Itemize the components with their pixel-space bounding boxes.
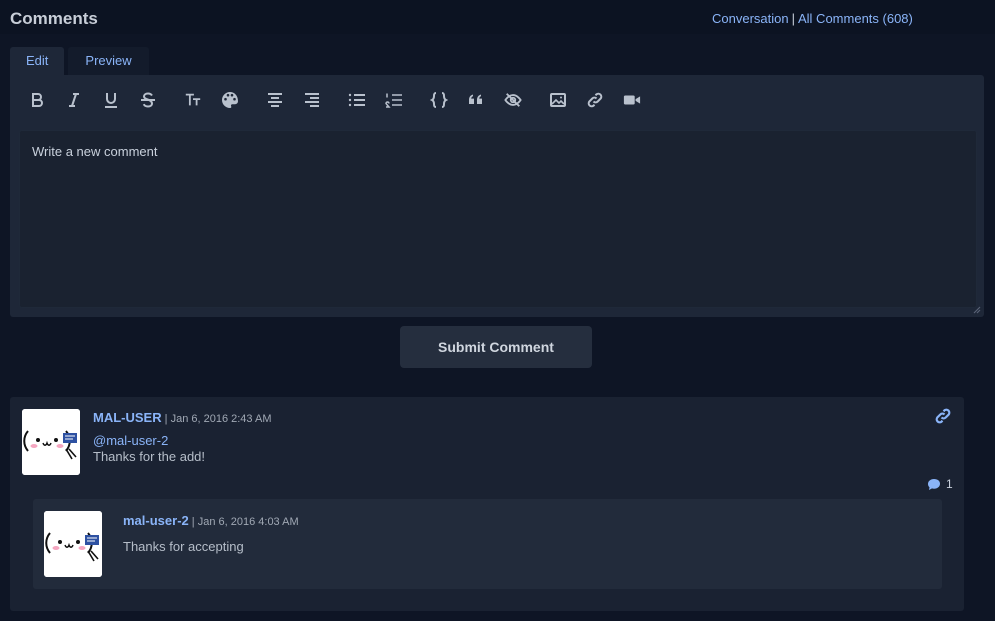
speech-bubble-icon <box>928 478 940 490</box>
comment-username[interactable]: MAL-USER <box>93 410 162 425</box>
underline-icon[interactable] <box>100 89 122 111</box>
reply-timestamp: | Jan 6, 2016 4:03 AM <box>188 516 299 528</box>
bullet-list-icon[interactable] <box>346 89 368 111</box>
code-icon[interactable] <box>428 89 450 111</box>
align-center-icon[interactable] <box>264 89 286 111</box>
reply-comment: mal-user-2 | Jan 6, 2016 4:03 AM Thanks … <box>33 499 942 589</box>
reply-text: Thanks for accepting <box>123 539 244 554</box>
reply-count[interactable]: 1 <box>927 477 953 491</box>
resize-grip-icon[interactable] <box>971 304 981 314</box>
video-icon[interactable] <box>621 89 643 111</box>
text-size-icon[interactable] <box>182 89 204 111</box>
spoiler-icon[interactable] <box>502 89 524 111</box>
permalink-icon[interactable] <box>934 407 952 425</box>
italic-icon[interactable] <box>63 89 85 111</box>
editor-tabs: Edit Preview <box>10 47 149 75</box>
header-links: Conversation | All Comments (608) <box>712 11 913 26</box>
link-separator: | <box>791 11 795 26</box>
link-icon[interactable] <box>584 89 606 111</box>
avatar[interactable] <box>44 511 102 577</box>
comment-mention[interactable]: @mal-user-2 <box>93 433 168 448</box>
page-header: Comments Conversation | All Comments (608) <box>0 0 995 34</box>
page-title: Comments <box>10 9 98 28</box>
tab-preview[interactable]: Preview <box>68 47 149 75</box>
reply-username[interactable]: mal-user-2 <box>123 513 189 528</box>
comment-input[interactable] <box>19 130 977 308</box>
strikethrough-icon[interactable] <box>137 89 159 111</box>
conversation-link[interactable]: Conversation <box>712 11 789 26</box>
comment-editor <box>10 75 984 317</box>
comment-header: MAL-USER | Jan 6, 2016 2:43 AM <box>93 409 272 427</box>
comment-text: Thanks for the add! <box>93 449 206 464</box>
kaomoji-avatar-icon <box>44 511 102 577</box>
tab-edit[interactable]: Edit <box>10 47 65 75</box>
bold-icon[interactable] <box>26 89 48 111</box>
palette-icon[interactable] <box>219 89 241 111</box>
comment-timestamp: | Jan 6, 2016 2:43 AM <box>161 413 272 425</box>
align-right-icon[interactable] <box>301 89 323 111</box>
quote-icon[interactable] <box>465 89 487 111</box>
kaomoji-avatar-icon <box>22 409 80 475</box>
all-comments-link[interactable]: All Comments (608) <box>798 11 913 26</box>
submit-comment-button[interactable]: Submit Comment <box>400 326 592 368</box>
image-icon[interactable] <box>547 89 569 111</box>
reply-header: mal-user-2 | Jan 6, 2016 4:03 AM <box>123 512 299 530</box>
formatting-toolbar <box>26 89 643 111</box>
reply-count-value: 1 <box>946 477 953 491</box>
avatar[interactable] <box>22 409 80 475</box>
comment-thread: MAL-USER | Jan 6, 2016 2:43 AM @mal-user… <box>10 397 964 611</box>
numbered-list-icon[interactable] <box>383 89 405 111</box>
